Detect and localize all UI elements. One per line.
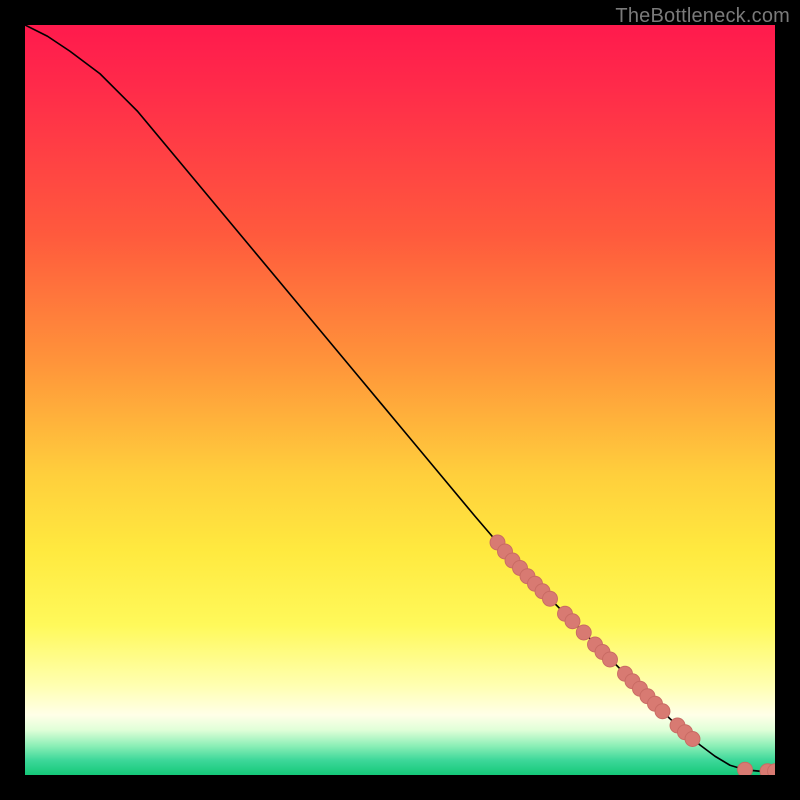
chart-svg [25, 25, 775, 775]
data-markers [490, 535, 775, 775]
chart-stage: TheBottleneck.com [0, 0, 800, 800]
data-marker [738, 762, 753, 775]
data-marker [685, 732, 700, 747]
bottleneck-curve [25, 25, 775, 771]
data-marker [565, 614, 580, 629]
data-marker [603, 652, 618, 667]
data-marker [655, 704, 670, 719]
data-marker [576, 625, 591, 640]
data-marker [543, 591, 558, 606]
plot-area [25, 25, 775, 775]
